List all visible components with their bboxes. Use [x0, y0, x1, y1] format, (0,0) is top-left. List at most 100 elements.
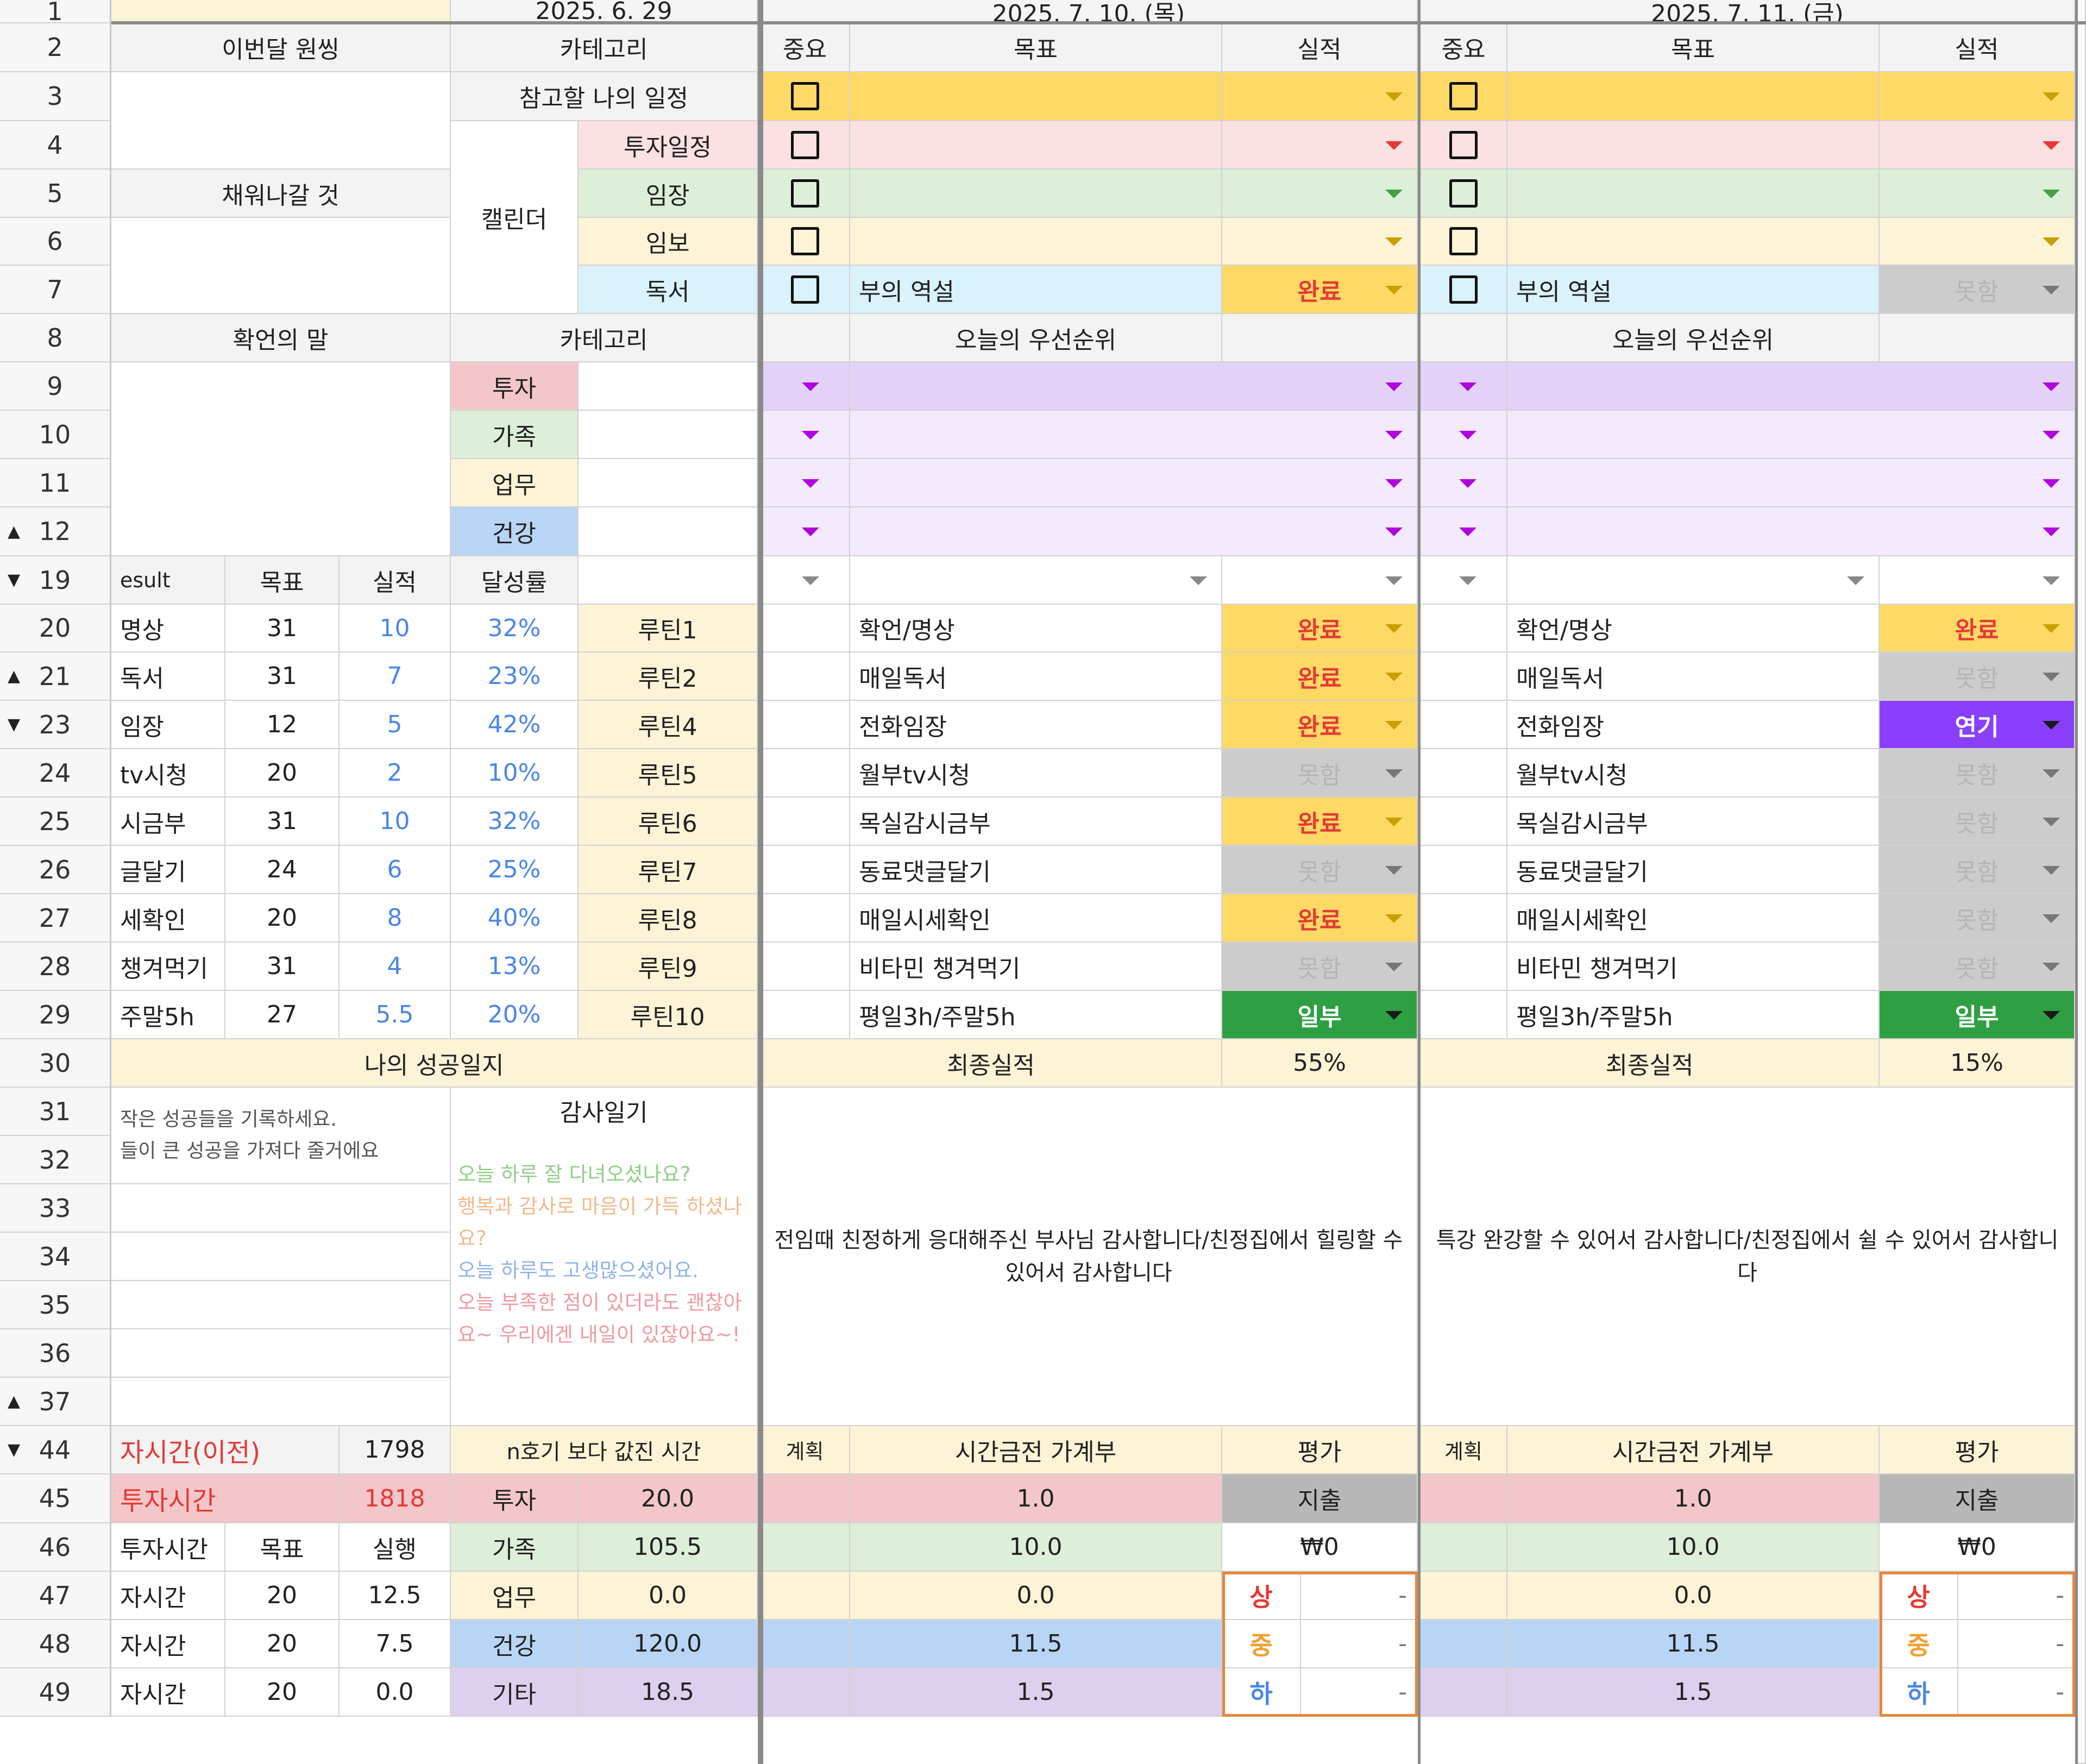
routine-status[interactable]: 완료	[1222, 894, 1418, 943]
chevron-down-icon[interactable]	[802, 382, 819, 391]
category-cat_work[interactable]: 업무	[451, 459, 579, 507]
chevron-down-icon[interactable]	[2043, 479, 2060, 488]
invest-row-goal[interactable]: 20	[225, 1620, 340, 1668]
compare-value[interactable]: 105.5	[579, 1523, 758, 1572]
routine-rate[interactable]: 10%	[451, 749, 579, 798]
category-label[interactable]: 카테고리	[451, 23, 758, 72]
day-gratitude[interactable]: 전임때 친정하게 응대해주신 부사님 감사합니다/친정집에서 힐링할 수 있어서…	[761, 1088, 1418, 1426]
compare-category[interactable]: 건강	[451, 1620, 579, 1668]
invest-row-label[interactable]: 자시간	[111, 1668, 225, 1717]
grade-value[interactable]: -	[1958, 1668, 2075, 1717]
gratitude-panel[interactable]: 감사일기 오늘 하루 잘 다녀오셨나요? 행복과 감사로 마음이 가득 하셨나요? 오…	[451, 1088, 758, 1426]
routine-important[interactable]	[761, 991, 850, 1039]
plan-cell[interactable]	[761, 1572, 850, 1620]
evaluation-header[interactable]: 평가	[1880, 1426, 2075, 1474]
row-header-12[interactable]: 12 ▲	[0, 507, 111, 556]
routine-status[interactable]: 못함	[1222, 749, 1418, 798]
row-header-34[interactable]: 34	[0, 1233, 111, 1281]
important-checkbox-cell[interactable]	[1421, 72, 1507, 121]
important-checkbox-cell[interactable]	[761, 218, 850, 266]
chevron-down-icon[interactable]	[2043, 576, 2060, 585]
chevron-down-icon[interactable]	[1385, 237, 1403, 246]
schedule-status[interactable]: 완료	[1222, 266, 1418, 314]
checkbox[interactable]	[790, 179, 819, 208]
chevron-down-icon[interactable]	[2043, 528, 2060, 536]
budget-header[interactable]: 시간금전 가계부	[1507, 1426, 1880, 1474]
row-header-9[interactable]: 9	[0, 362, 111, 411]
expand-rows-icon[interactable]: ▼	[8, 1440, 20, 1459]
chevron-down-icon[interactable]	[1385, 769, 1403, 778]
chevron-down-icon[interactable]	[1459, 479, 1476, 488]
chevron-down-icon[interactable]	[802, 576, 819, 585]
row-header-26[interactable]: 26	[0, 846, 111, 894]
chevron-down-icon[interactable]	[2043, 624, 2060, 633]
chevron-down-icon[interactable]	[1385, 817, 1403, 826]
reading-label[interactable]: 독서	[579, 266, 758, 314]
invest-prev-label[interactable]: 자시간(이전)	[111, 1426, 340, 1474]
routine-actual[interactable]: 5.5	[340, 991, 451, 1039]
priority-category[interactable]	[1421, 362, 1507, 411]
monthly-wish-label[interactable]: 이번달 원씽	[111, 23, 451, 72]
imjang-label[interactable]: 임장	[579, 170, 758, 218]
routine-name[interactable]: 시금부	[111, 798, 225, 846]
success-entry[interactable]	[111, 1233, 451, 1281]
grade-value[interactable]: -	[1301, 1620, 1418, 1668]
priority-title[interactable]: 오늘의 우선순위	[1507, 314, 1880, 362]
chevron-down-icon[interactable]	[802, 430, 819, 440]
important-header[interactable]: 중요	[761, 23, 850, 72]
routine-status[interactable]: 못함	[1880, 894, 2075, 943]
routine-filter[interactable]	[761, 556, 850, 605]
routine-header-blank[interactable]	[1507, 556, 1880, 605]
routine-name[interactable]: 임장	[111, 701, 225, 749]
routine-rate[interactable]: 40%	[451, 894, 579, 943]
compare-value[interactable]: 120.0	[579, 1620, 758, 1668]
plan-cell[interactable]	[761, 1668, 850, 1717]
schedule-status[interactable]	[1222, 72, 1418, 121]
routine-rate[interactable]: 32%	[451, 605, 579, 652]
schedule-status[interactable]	[1222, 218, 1418, 266]
to-fill-label[interactable]: 채워나갈 것	[111, 170, 451, 218]
row-header-46[interactable]: 46	[0, 1523, 111, 1572]
important-checkbox-cell[interactable]	[761, 72, 850, 121]
routine-task[interactable]: 평일3h/주말5h	[850, 991, 1222, 1039]
routine-header-blank[interactable]	[1880, 556, 2075, 605]
important-checkbox-cell[interactable]	[1421, 121, 1507, 170]
routine-label[interactable]: 루틴6	[579, 798, 758, 846]
row-header-7[interactable]: 7	[0, 266, 111, 314]
grade-value[interactable]: -	[1958, 1620, 2075, 1668]
routine-goal[interactable]: 24	[225, 846, 340, 894]
plan-cell[interactable]	[761, 1474, 850, 1523]
success-entry[interactable]	[111, 1184, 451, 1233]
row-header-30[interactable]: 30	[0, 1039, 111, 1088]
routine-task[interactable]: 전화임장	[850, 701, 1222, 749]
important-checkbox-cell[interactable]	[761, 266, 850, 314]
monthly-wish-value[interactable]	[111, 72, 451, 170]
priority-category[interactable]	[761, 507, 850, 556]
row-header-1[interactable]: 1	[0, 0, 111, 26]
schedule-text[interactable]	[1507, 218, 1880, 266]
chevron-down-icon[interactable]	[2043, 865, 2060, 875]
category-value[interactable]	[579, 411, 758, 459]
routine-actual[interactable]: 10	[340, 605, 451, 652]
chevron-down-icon[interactable]	[802, 528, 819, 536]
chevron-down-icon[interactable]	[2043, 189, 2060, 198]
checkbox[interactable]	[1449, 275, 1478, 304]
expand-rows-icon[interactable]: ▼	[8, 570, 20, 589]
priority-item[interactable]	[1507, 507, 2075, 556]
routine-header-blank[interactable]	[850, 556, 1222, 605]
routine-important[interactable]	[761, 894, 850, 943]
routine-status[interactable]: 못함	[1880, 749, 2075, 798]
checkbox[interactable]	[790, 82, 819, 110]
calendar-label[interactable]: 캘린더	[451, 121, 579, 314]
routine-important[interactable]	[761, 749, 850, 798]
plan-cell[interactable]	[1421, 1523, 1507, 1572]
priority-blank[interactable]	[1222, 314, 1418, 362]
priority-item[interactable]	[1507, 411, 2075, 459]
plan-cell[interactable]	[1421, 1474, 1507, 1523]
routine-task[interactable]: 월부tv시청	[1507, 749, 1880, 798]
routine-rate[interactable]: 25%	[451, 846, 579, 894]
routine-name[interactable]: 독서	[111, 652, 225, 701]
chevron-down-icon[interactable]	[1459, 528, 1476, 536]
row-header-32[interactable]: 32	[0, 1136, 111, 1184]
plan-cell[interactable]	[1421, 1572, 1507, 1620]
